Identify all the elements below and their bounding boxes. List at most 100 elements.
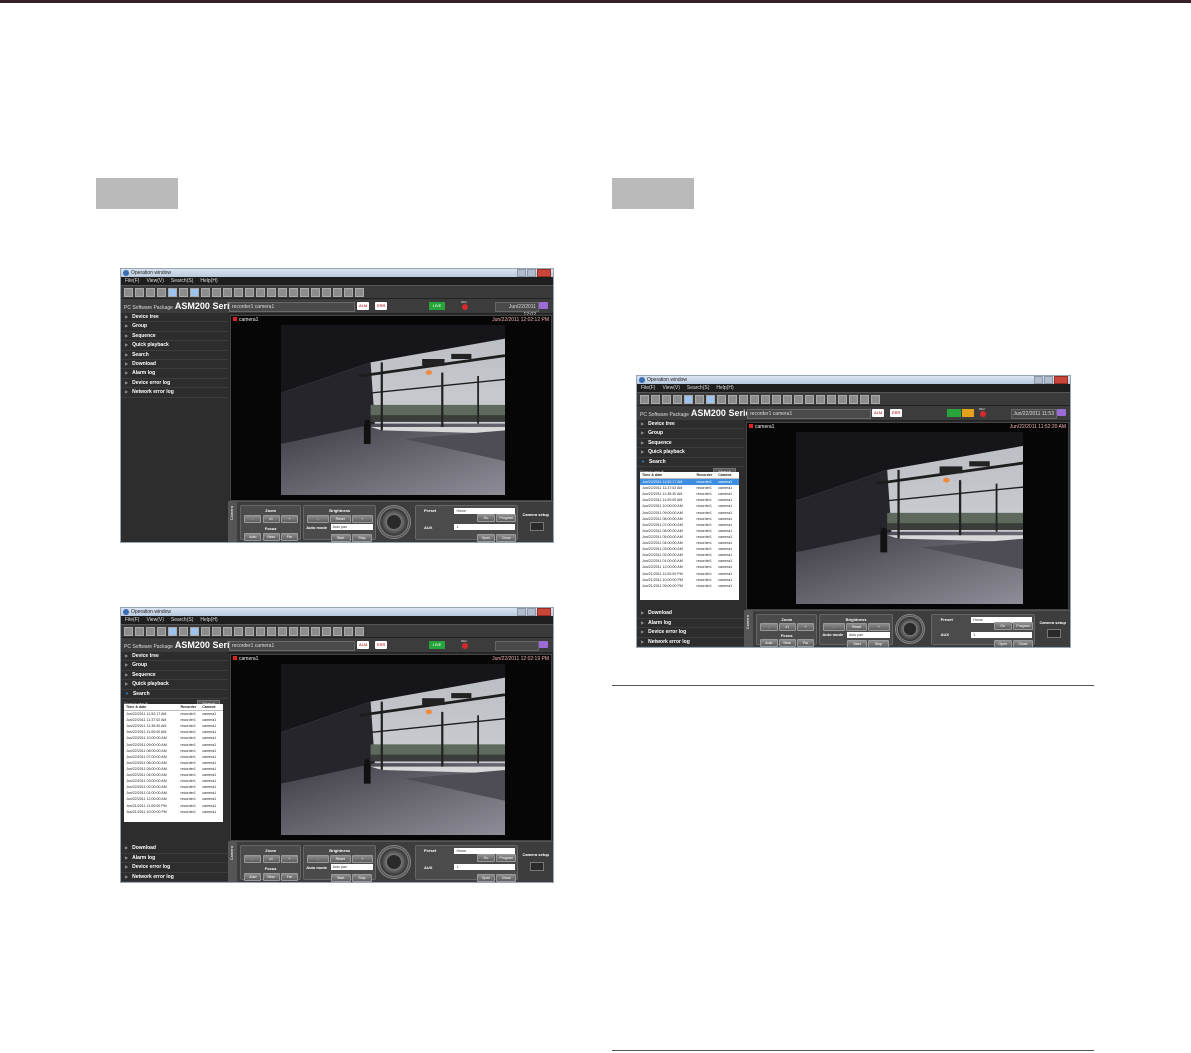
toolbar-icon[interactable] xyxy=(333,287,342,297)
menu-item[interactable]: File(F) xyxy=(125,616,139,624)
toolbar-icon[interactable] xyxy=(640,394,649,404)
toolbar-icon[interactable] xyxy=(673,394,682,404)
column-header[interactable]: Camera xyxy=(718,472,738,478)
error-button[interactable]: ERR xyxy=(375,641,388,649)
toolbar-icon[interactable] xyxy=(135,287,144,297)
zoom-in-button[interactable]: + xyxy=(796,622,815,631)
play-icon[interactable] xyxy=(947,409,961,417)
toolbar-icon[interactable] xyxy=(322,287,331,297)
go-button[interactable]: Go xyxy=(993,622,1012,631)
error-button[interactable]: ERR xyxy=(375,302,388,310)
focus-auto-button[interactable]: Auto xyxy=(760,639,778,647)
menu-item[interactable]: File(F) xyxy=(641,384,655,392)
zoom-x1-button[interactable]: x1 xyxy=(262,514,280,523)
video-view[interactable]: camera1 Jun/22/2011 12:02:19 PM xyxy=(230,654,552,841)
toolbar-icon[interactable] xyxy=(190,287,199,297)
aux-select[interactable]: 1 xyxy=(454,864,516,871)
program-button[interactable]: Program xyxy=(496,514,517,522)
toolbar-icon[interactable] xyxy=(289,287,298,297)
toolbar-icon[interactable] xyxy=(344,287,353,297)
toolbar-icon[interactable] xyxy=(355,287,364,297)
focus-near-button[interactable]: Near xyxy=(262,533,280,542)
toolbar-icon[interactable] xyxy=(223,626,232,636)
close-button[interactable]: Close xyxy=(1012,640,1034,647)
sidebar-item[interactable]: ▶ Quick playback xyxy=(637,448,744,458)
zoom-x1-button[interactable]: x1 xyxy=(778,622,796,631)
program-button[interactable]: Program xyxy=(496,854,517,862)
sidebar-item[interactable]: ▶ Sequence xyxy=(121,671,228,681)
sidebar-item[interactable]: ▶ Group xyxy=(121,661,228,671)
toolbar-icon[interactable] xyxy=(267,626,276,636)
sidebar-item[interactable]: ▶ Download xyxy=(121,844,228,854)
toolbar-icon[interactable] xyxy=(860,394,869,404)
toolbar-icon[interactable] xyxy=(827,394,836,404)
toolbar-icon[interactable] xyxy=(300,287,309,297)
column-header[interactable]: Time & date xyxy=(640,472,696,478)
toolbar-icon[interactable] xyxy=(311,287,320,297)
sidebar-item[interactable]: ▶ Quick playback xyxy=(121,680,228,690)
toolbar-icon[interactable] xyxy=(168,287,177,297)
menu-item[interactable]: View(V) xyxy=(146,616,163,624)
toolbar-icon[interactable] xyxy=(871,394,880,404)
sidebar-item[interactable]: ▶ Device error log xyxy=(121,379,228,389)
sidebar-item[interactable]: ▶ Download xyxy=(637,609,744,619)
pan-tilt-dial[interactable] xyxy=(895,614,926,644)
focus-near-button[interactable]: Near xyxy=(778,639,796,647)
stop-button[interactable]: Stop xyxy=(868,640,889,647)
close-button[interactable]: Close xyxy=(496,874,517,882)
toolbar-icon[interactable] xyxy=(201,626,210,636)
menu-item[interactable]: View(V) xyxy=(662,384,679,392)
wrench-icon[interactable] xyxy=(529,862,544,871)
toolbar-icon[interactable] xyxy=(794,394,803,404)
wrench-icon[interactable] xyxy=(1046,629,1061,638)
open-button[interactable]: Open xyxy=(993,640,1012,647)
column-header[interactable]: Camera xyxy=(202,704,222,710)
toolbar-icon[interactable] xyxy=(157,626,166,636)
toolbar-icon[interactable] xyxy=(772,394,781,404)
toolbar-icon[interactable] xyxy=(190,626,199,636)
aux-select[interactable]: 1 xyxy=(454,524,516,531)
focus-near-button[interactable]: Near xyxy=(262,873,280,882)
sidebar-item[interactable]: ▶ Group xyxy=(121,322,228,332)
brightness-down-button[interactable]: - xyxy=(307,514,329,523)
toolbar-icon[interactable] xyxy=(311,626,320,636)
toolbar-icon[interactable] xyxy=(355,626,364,636)
toolbar-icon[interactable] xyxy=(212,287,221,297)
program-button[interactable]: Program xyxy=(1012,622,1034,631)
stop-button[interactable]: Stop xyxy=(351,534,373,542)
go-button[interactable]: Go xyxy=(476,854,496,862)
column-header[interactable]: Recorder xyxy=(180,704,202,710)
pan-tilt-dial[interactable] xyxy=(376,505,411,539)
sidebar-item[interactable]: ▶ Network error log xyxy=(637,638,744,647)
toolbar-icon[interactable] xyxy=(662,394,671,404)
toolbar-icon[interactable] xyxy=(761,394,770,404)
sidebar-item[interactable]: ▶ Search xyxy=(121,351,228,360)
pan-tilt-dial[interactable] xyxy=(376,845,411,879)
sidebar-item[interactable]: ▶ Alarm log xyxy=(637,619,744,629)
menu-item[interactable]: File(F) xyxy=(125,277,139,285)
zoom-out-button[interactable]: - xyxy=(244,854,262,863)
auto-mode-select[interactable]: Auto pan xyxy=(330,524,374,531)
focus-far-button[interactable]: Far xyxy=(280,533,299,542)
go-button[interactable]: Go xyxy=(476,514,496,522)
video-view[interactable]: camera1 Jun/22/2011 12:02:12 PM xyxy=(230,315,552,501)
menu-item[interactable]: Help(H) xyxy=(200,616,217,624)
toolbar-icon[interactable] xyxy=(179,626,188,636)
brightness-up-button[interactable]: + xyxy=(351,854,374,863)
column-header[interactable]: Recorder xyxy=(696,472,718,478)
error-button[interactable]: ERR xyxy=(890,409,903,417)
toolbar-icon[interactable] xyxy=(245,287,254,297)
sidebar-item[interactable]: ▶ Network error log xyxy=(121,873,228,882)
toolbar-icon[interactable] xyxy=(179,287,188,297)
close-window-button[interactable] xyxy=(537,608,551,616)
brightness-up-button[interactable]: + xyxy=(351,514,374,523)
camera-select[interactable]: recorder1 camera1 xyxy=(747,409,871,419)
start-button[interactable]: Start xyxy=(846,640,868,647)
open-button[interactable]: Open xyxy=(476,534,496,542)
toolbar-icon[interactable] xyxy=(838,394,847,404)
toolbar-icon[interactable] xyxy=(267,287,276,297)
brightness-down-button[interactable]: - xyxy=(823,622,845,631)
sidebar-item[interactable]: ▶ Device error log xyxy=(637,628,744,638)
sidebar-item[interactable]: ▶ Group xyxy=(637,429,744,439)
sidebar-item[interactable]: ▼ Search xyxy=(121,690,228,699)
